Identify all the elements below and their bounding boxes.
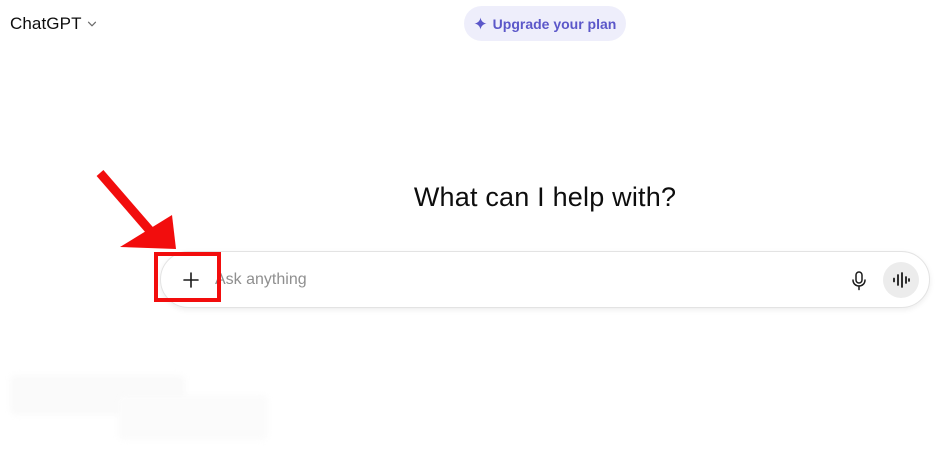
upgrade-plan-label: Upgrade your plan	[492, 15, 617, 32]
sparkle-icon	[474, 17, 487, 30]
voice-mode-button[interactable]	[883, 262, 919, 298]
prompt-composer	[160, 251, 930, 308]
microphone-button[interactable]	[847, 269, 871, 293]
plus-icon	[183, 272, 199, 288]
microphone-icon	[852, 271, 866, 291]
plus-button[interactable]	[177, 266, 205, 294]
model-name: ChatGPT	[10, 14, 82, 33]
blurred-region	[118, 395, 268, 440]
voice-mode-icon	[893, 272, 910, 288]
model-switcher[interactable]: ChatGPT	[10, 13, 97, 35]
upgrade-plan-button[interactable]: Upgrade your plan	[464, 6, 626, 41]
chevron-down-icon	[87, 21, 96, 27]
prompt-input[interactable]	[215, 268, 775, 292]
page-title: What can I help with?	[413, 182, 677, 212]
